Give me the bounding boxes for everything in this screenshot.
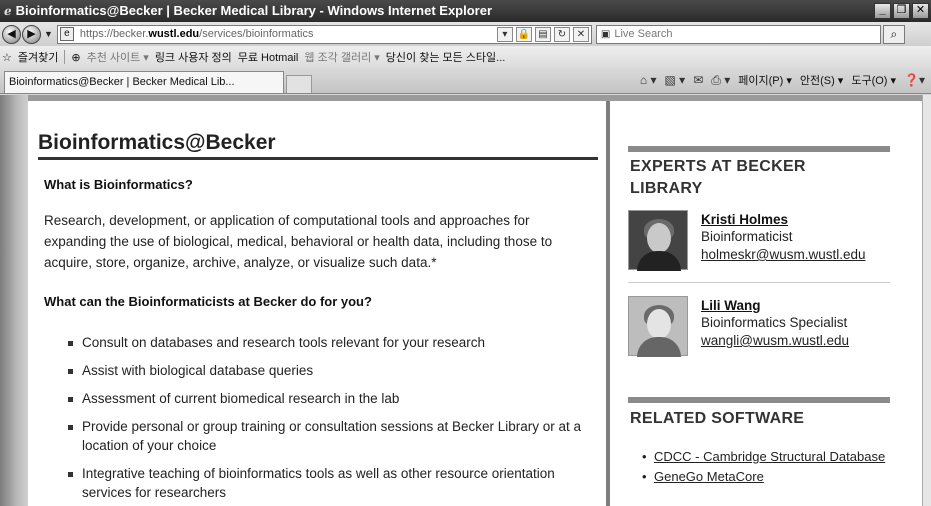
window-title-bar: ℯ Bioinformatics@Becker | Becker Medical… bbox=[0, 0, 931, 22]
page-menu[interactable]: 페이지(P) ▾ bbox=[738, 72, 792, 88]
favorites-star-icon[interactable]: ☆ bbox=[2, 51, 12, 64]
favorite-all-styles[interactable]: 당신이 찾는 모든 스타일... bbox=[386, 49, 506, 65]
list-item: Provide personal or group training or co… bbox=[68, 417, 593, 455]
minimize-button[interactable]: _ bbox=[874, 3, 891, 19]
ie-logo-icon: ℯ bbox=[4, 4, 12, 18]
tab-bar: Bioinformatics@Becker | Becker Medical L… bbox=[0, 68, 931, 94]
search-placeholder: Live Search bbox=[614, 28, 673, 40]
software-link[interactable]: CDCC - Cambridge Structural Database bbox=[654, 449, 885, 464]
experts-heading-bar bbox=[628, 146, 890, 152]
address-dropdown-icon[interactable]: ▾ bbox=[496, 26, 513, 42]
expert-email-link[interactable]: wangli@wusm.wustl.edu bbox=[701, 333, 849, 348]
expert-email-link[interactable]: holmeskr@wusm.wustl.edu bbox=[701, 247, 866, 262]
forward-button[interactable]: ▶ bbox=[22, 24, 41, 44]
expert-name-link[interactable]: Lili Wang bbox=[701, 298, 761, 313]
favorite-suggested-sites[interactable]: 추천 사이트 ▾ bbox=[87, 49, 149, 65]
live-search-icon: ▣ bbox=[600, 28, 611, 40]
question-what-is: What is Bioinformatics? bbox=[44, 177, 193, 192]
list-item: Assessment of current biomedical researc… bbox=[68, 389, 593, 408]
page-icon: e bbox=[59, 27, 74, 41]
software-list: CDCC - Cambridge Structural Database Gen… bbox=[642, 448, 892, 488]
main-content: Bioinformatics@Becker What is Bioinforma… bbox=[28, 101, 606, 506]
mail-icon[interactable]: ✉ bbox=[693, 73, 703, 87]
background-decoration bbox=[0, 95, 28, 506]
expert-role: Bioinformatics Specialist bbox=[701, 315, 848, 330]
new-tab-button[interactable] bbox=[286, 75, 312, 93]
list-item[interactable]: GeneGo MetaCore bbox=[642, 468, 892, 485]
list-item[interactable]: CDCC - Cambridge Structural Database bbox=[642, 448, 892, 465]
expert-card-wang: Lili Wang Bioinformatics Specialist wang… bbox=[628, 296, 890, 360]
home-icon[interactable]: ⌂ ▾ bbox=[640, 73, 657, 87]
expert-separator bbox=[628, 282, 890, 283]
lock-icon[interactable]: 🔒 bbox=[515, 26, 532, 42]
feeds-icon[interactable]: ▧ ▾ bbox=[665, 73, 686, 87]
page-viewport: Bioinformatics@Becker What is Bioinforma… bbox=[0, 95, 931, 506]
history-dropdown-icon[interactable]: ▼ bbox=[44, 29, 53, 39]
address-bar[interactable]: e https://becker.wustl.edu/services/bioi… bbox=[56, 24, 592, 44]
avatar bbox=[628, 210, 688, 271]
software-link[interactable]: GeneGo MetaCore bbox=[654, 469, 764, 484]
software-heading: RELATED SOFTWARE bbox=[630, 410, 805, 427]
list-item: Integrative teaching of bioinformatics t… bbox=[68, 464, 593, 502]
expert-role: Bioinformaticist bbox=[701, 229, 793, 244]
navigation-bar: ◀ ▶ ▼ e https://becker.wustl.edu/service… bbox=[0, 22, 931, 46]
services-list: Consult on databases and research tools … bbox=[68, 333, 593, 506]
definition-line-2: expanding the use of biological, medical… bbox=[44, 234, 553, 249]
search-icon[interactable]: ⌕ bbox=[882, 24, 905, 44]
list-item: Assist with biological database queries bbox=[68, 361, 593, 380]
avatar bbox=[628, 296, 688, 357]
favorites-button[interactable]: 즐겨찾기 bbox=[18, 49, 58, 65]
back-button[interactable]: ◀ bbox=[2, 24, 21, 44]
add-favorite-icon[interactable]: ⊕ bbox=[71, 51, 80, 64]
definition-line-1: Research, development, or application of… bbox=[44, 213, 530, 228]
maximize-button[interactable]: ❐ bbox=[893, 3, 910, 19]
favorites-separator bbox=[64, 50, 66, 64]
question-services: What can the Bioinformaticists at Becker… bbox=[44, 294, 372, 309]
address-url[interactable]: https://becker.wustl.edu/services/bioinf… bbox=[80, 28, 314, 40]
favorite-web-slice-gallery[interactable]: 웹 조각 갤러리 ▾ bbox=[304, 49, 379, 65]
title-divider bbox=[38, 157, 598, 160]
vertical-scrollbar[interactable] bbox=[922, 95, 931, 506]
stop-icon[interactable]: ✕ bbox=[572, 26, 589, 42]
window-controls: _ ❐ ✕ bbox=[874, 3, 929, 19]
definition-line-3: acquire, store, organize, archive, analy… bbox=[44, 255, 437, 270]
refresh-icon[interactable]: ↻ bbox=[553, 26, 570, 42]
page-title: Bioinformatics@Becker bbox=[38, 131, 276, 154]
command-bar: ⌂ ▾ ▧ ▾ ✉ ⎙ ▾ 페이지(P) ▾ 안전(S) ▾ 도구(O) ▾ ❓… bbox=[640, 72, 925, 88]
help-icon[interactable]: ❓▾ bbox=[904, 73, 925, 87]
favorite-hotmail[interactable]: 무료 Hotmail bbox=[238, 49, 299, 65]
expert-card-holmes: Kristi Holmes Bioinformaticist holmeskr@… bbox=[628, 210, 890, 274]
favorite-customize-links[interactable]: 링크 사용자 정의 bbox=[155, 49, 232, 65]
software-heading-bar bbox=[628, 397, 890, 403]
tab-bioinformatics[interactable]: Bioinformatics@Becker | Becker Medical L… bbox=[4, 71, 284, 93]
list-item: Consult on databases and research tools … bbox=[68, 333, 593, 352]
sidebar: EXPERTS AT BECKER LIBRARY Kristi Holmes … bbox=[610, 101, 922, 506]
print-icon[interactable]: ⎙ ▾ bbox=[711, 73, 730, 88]
close-button[interactable]: ✕ bbox=[912, 3, 929, 19]
search-box[interactable]: ▣ Live Search bbox=[595, 24, 881, 44]
tools-menu[interactable]: 도구(O) ▾ bbox=[851, 72, 896, 88]
safety-menu[interactable]: 안전(S) ▾ bbox=[800, 72, 843, 88]
window-title: Bioinformatics@Becker | Becker Medical L… bbox=[15, 3, 493, 18]
compatibility-view-icon[interactable]: ▤ bbox=[534, 26, 551, 42]
favorites-bar: ☆ 즐겨찾기 ⊕ 추천 사이트 ▾ 링크 사용자 정의 무료 Hotmail 웹… bbox=[0, 46, 931, 68]
experts-heading: EXPERTS AT BECKER LIBRARY bbox=[630, 158, 806, 197]
expert-name-link[interactable]: Kristi Holmes bbox=[701, 212, 788, 227]
